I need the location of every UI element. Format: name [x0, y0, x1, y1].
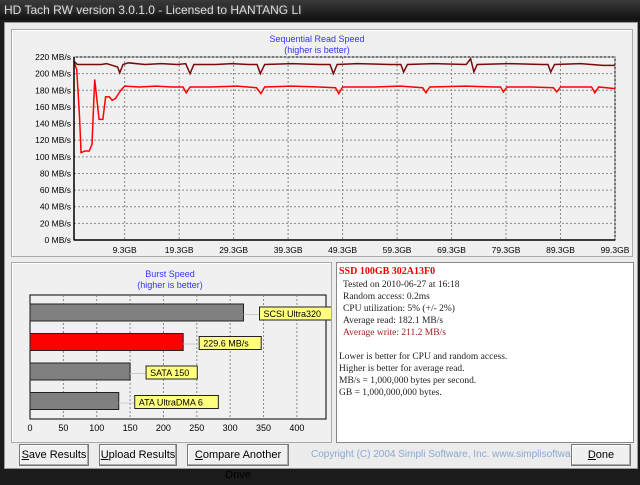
x-tick-label: 9.3GB [113, 245, 137, 255]
burst-bar-label: ATA UltraDMA 6 [139, 398, 203, 408]
chart-subtitle: (higher is better) [284, 45, 350, 55]
save-mnemonic: S [21, 449, 29, 461]
upload-mnemonic: U [100, 449, 109, 461]
x-tick-label: 29.3GB [219, 245, 248, 255]
burst-bar [29, 303, 245, 322]
y-tick-label: 160 MB/s [35, 102, 71, 112]
note-lower-better: Lower is better for CPU and random acces… [339, 352, 508, 362]
burst-tick-label: 300 [223, 423, 238, 433]
save-results-button[interactable]: Save Results [19, 444, 89, 466]
compare-label: ompare Another Drive [202, 449, 282, 481]
cpu-utilization: CPU utilization: 5% (+/- 2%) [343, 304, 455, 314]
note-mbs: MB/s = 1,000,000 bytes per second. [339, 376, 477, 386]
y-tick-label: 120 MB/s [35, 135, 71, 145]
burst-tick-label: 400 [289, 423, 304, 433]
note-higher-better: Higher is better for average read. [339, 364, 465, 374]
save-label: ave Results [28, 449, 87, 461]
burst-tick-label: 100 [89, 423, 104, 433]
burst-bar-label: SATA 150 [150, 368, 189, 378]
window-title: HD Tach RW version 3.0.1.0 - Licensed to… [4, 3, 302, 17]
burst-bar [29, 333, 184, 351]
burst-bar [29, 362, 131, 381]
sequential-read-panel: Sequential Read Speed (higher is better)… [11, 29, 633, 257]
upload-label: pload Results [108, 449, 176, 461]
compare-another-drive-button[interactable]: Compare Another Drive [187, 444, 289, 481]
burst-tick-label: 200 [156, 423, 171, 433]
plot-area [73, 56, 616, 241]
average-read: Average read: 182.1 MB/s [343, 316, 444, 326]
drive-name: SSD 100GB 302A13F0 [339, 266, 436, 277]
burst-tick-label: 150 [123, 423, 138, 433]
y-tick-label: 180 MB/s [35, 85, 71, 95]
title-bar: HD Tach RW version 3.0.1.0 - Licensed to… [0, 0, 640, 20]
burst-subtitle: (higher is better) [137, 280, 203, 290]
x-tick-label: 59.3GB [383, 245, 412, 255]
burst-bar-label: 229.6 MB/s [203, 339, 249, 349]
done-label: one [595, 449, 615, 461]
burst-speed-chart: Burst Speed (higher is better) 0 50 100 150… [27, 269, 339, 433]
done-button[interactable]: Done [571, 444, 631, 466]
x-tick-label: 99.3GB [601, 245, 630, 255]
sequential-read-chart: Sequential Read Speed (higher is better)… [35, 34, 630, 255]
burst-tick-label: 50 [58, 423, 68, 433]
copyright-text: Copyright (C) 2004 Simpli Software, Inc.… [311, 449, 602, 460]
upload-results-button[interactable]: Upload Results [99, 444, 177, 466]
burst-bar-label: SCSI Ultra320 [264, 309, 322, 319]
burst-tick-label: 250 [189, 423, 204, 433]
x-tick-label: 39.3GB [274, 245, 303, 255]
results-info-panel: SSD 100GB 302A13F0 Tested on 2010-06-27 … [336, 262, 634, 443]
x-tick-label: 89.3GB [546, 245, 575, 255]
burst-speed-panel: Burst Speed (higher is better) 0 50 100 150… [11, 262, 339, 443]
y-tick-label: 100 MB/s [35, 152, 71, 162]
x-tick-label: 69.3GB [437, 245, 466, 255]
random-access: Random access: 0.2ms [343, 292, 430, 302]
y-tick-label: 220 MB/s [35, 52, 71, 62]
y-tick-label: 140 MB/s [35, 119, 71, 129]
main-window: Sequential Read Speed (higher is better)… [4, 22, 638, 481]
y-tick-label: 60 MB/s [40, 185, 71, 195]
note-gb: GB = 1,000,000,000 bytes. [339, 388, 442, 398]
y-tick-label: 20 MB/s [40, 218, 71, 228]
y-tick-label: 80 MB/s [40, 168, 71, 178]
x-tick-label: 49.3GB [328, 245, 357, 255]
chart-title: Sequential Read Speed [269, 34, 364, 44]
burst-bar [29, 392, 120, 410]
y-tick-label: 200 MB/s [35, 69, 71, 79]
y-tick-label: 0 MB/s [45, 235, 71, 245]
tested-date: Tested on 2010-06-27 at 16:18 [343, 280, 460, 290]
x-tick-label: 19.3GB [165, 245, 194, 255]
burst-tick-label: 350 [256, 423, 271, 433]
done-mnemonic: D [587, 449, 596, 461]
compare-mnemonic: C [194, 449, 203, 461]
y-tick-label: 40 MB/s [40, 202, 71, 212]
burst-tick-label: 0 [27, 423, 32, 433]
burst-title: Burst Speed [145, 269, 195, 279]
average-write: Average write: 211.2 MB/s [343, 328, 446, 338]
x-tick-label: 79.3GB [492, 245, 521, 255]
